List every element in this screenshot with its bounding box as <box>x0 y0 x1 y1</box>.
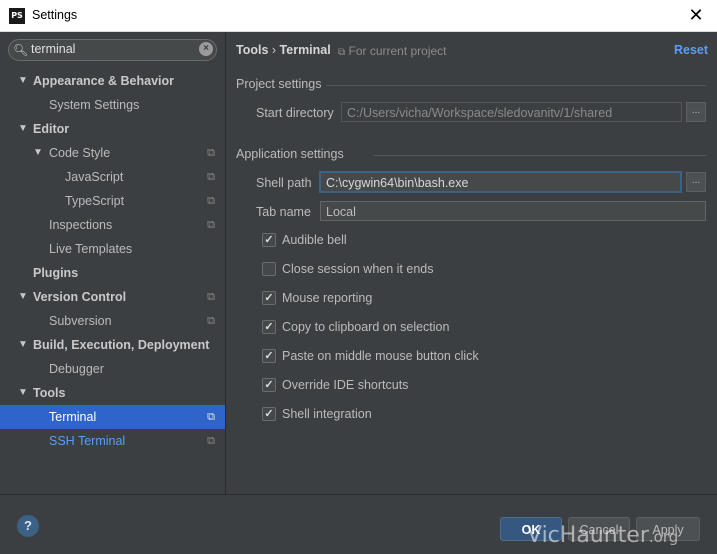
sidebar-item-javascript[interactable]: JavaScript ⧉ <box>0 165 225 189</box>
start-directory-label: Start directory <box>256 106 334 120</box>
sidebar-item-label: Build, Execution, Deployment <box>33 338 210 352</box>
sidebar-item-code-style[interactable]: ▼ Code Style ⧉ <box>0 141 225 165</box>
expand-arrow-icon[interactable]: ▼ <box>18 117 28 141</box>
sidebar-item-debugger[interactable]: Debugger <box>0 357 225 381</box>
watermark-logo: VicHaunter.org <box>527 523 678 548</box>
sidebar-item-tools[interactable]: ▼ Tools <box>0 381 225 405</box>
breadcrumb-terminal: Terminal <box>279 43 331 57</box>
expand-arrow-icon[interactable]: ▼ <box>18 69 28 93</box>
sidebar-item-label: Inspections <box>49 218 113 232</box>
close-window-button[interactable]: ✕ <box>685 4 707 26</box>
phpstorm-app-icon: PS <box>9 8 25 24</box>
checkbox-checked[interactable]: ✓ <box>262 378 276 392</box>
project-scope-icon: ⧉ <box>207 147 215 159</box>
sidebar-item-inspections[interactable]: Inspections ⧉ <box>0 213 225 237</box>
sidebar-item-label: Code Style <box>49 146 111 160</box>
project-scope-icon: ⧉ <box>207 171 215 183</box>
sidebar-item-plugins[interactable]: Plugins <box>0 261 225 285</box>
shell-path-label: Shell path <box>256 176 312 190</box>
project-scope-icon: ⧉ <box>207 411 215 423</box>
expand-arrow-icon[interactable]: ▼ <box>33 141 43 165</box>
checkbox-label: Shell integration <box>282 407 372 421</box>
sidebar-item-label: JavaScript <box>65 170 124 184</box>
checkbox-label: Close session when it ends <box>282 262 434 276</box>
checkbox-label: Audible bell <box>282 233 347 247</box>
sidebar-item-build-execution-deployment[interactable]: ▼ Build, Execution, Deployment <box>0 333 225 357</box>
sidebar-item-ssh-terminal[interactable]: SSH Terminal ⧉ <box>0 429 225 453</box>
checkbox-label: Copy to clipboard on selection <box>282 320 450 334</box>
project-copy-icon: ⧉ <box>338 47 346 58</box>
window-titlebar: PS Settings ✕ <box>0 0 717 32</box>
watermark-text: VicHaunter <box>527 523 649 548</box>
expand-arrow-icon[interactable]: ▼ <box>18 285 28 309</box>
start-directory-field[interactable]: C:/Users/vicha/Workspace/sledovanitv/1/s… <box>341 102 682 122</box>
checkbox-checked[interactable]: ✓ <box>262 407 276 421</box>
expand-arrow-icon[interactable]: ▼ <box>18 381 28 405</box>
section-divider <box>326 85 706 86</box>
tab-name-label: Tab name <box>256 205 311 219</box>
project-scope-icon: ⧉ <box>207 195 215 207</box>
sidebar-item-label: Editor <box>33 122 70 136</box>
expand-arrow-icon[interactable]: ▼ <box>18 333 28 357</box>
checkbox-checked[interactable]: ✓ <box>262 320 276 334</box>
project-scope-icon: ⧉ <box>207 219 215 231</box>
checkbox-unchecked[interactable] <box>262 262 276 276</box>
watermark-suffix: .org <box>648 528 679 546</box>
window-title: Settings <box>32 8 78 22</box>
project-settings-heading: Project settings <box>236 77 322 91</box>
project-scope-note: ⧉ For current project <box>338 44 447 58</box>
section-divider <box>374 155 706 156</box>
shell-path-browse-button[interactable]: ... <box>686 172 706 192</box>
project-scope-icon: ⧉ <box>207 315 215 327</box>
sidebar-item-label: Version Control <box>33 290 127 304</box>
sidebar-item-label: TypeScript <box>65 194 125 208</box>
shell-path-field[interactable]: C:\cygwin64\bin\bash.exe <box>320 172 681 192</box>
breadcrumb-separator: › <box>271 43 277 57</box>
checkbox-label: Override IDE shortcuts <box>282 378 409 392</box>
sidebar-item-label: Live Templates <box>49 242 133 256</box>
application-settings-heading: Application settings <box>236 147 344 161</box>
help-button[interactable]: ? <box>17 515 39 537</box>
reset-link[interactable]: Reset <box>674 43 708 57</box>
sidebar-item-editor[interactable]: ▼ Editor <box>0 117 225 141</box>
sidebar-item-live-templates[interactable]: Live Templates <box>0 237 225 261</box>
settings-sidebar: 🔍︎ × ▼ Appearance & Behavior System Settin… <box>0 32 226 494</box>
clear-icon[interactable]: × <box>199 42 213 56</box>
sidebar-item-label: Appearance & Behavior <box>33 74 175 88</box>
sidebar-item-label: SSH Terminal <box>49 434 126 448</box>
sidebar-item-typescript[interactable]: TypeScript ⧉ <box>0 189 225 213</box>
checkbox-checked[interactable]: ✓ <box>262 233 276 247</box>
sidebar-item-label: Tools <box>33 386 66 400</box>
checkbox-label: Paste on middle mouse button click <box>282 349 479 363</box>
sidebar-item-terminal[interactable]: Terminal ⧉ <box>0 405 225 429</box>
checkbox-checked[interactable]: ✓ <box>262 349 276 363</box>
tab-name-field[interactable]: Local <box>320 201 706 221</box>
sidebar-item-version-control[interactable]: ▼ Version Control ⧉ <box>0 285 225 309</box>
checkbox-label: Mouse reporting <box>282 291 373 305</box>
sidebar-item-subversion[interactable]: Subversion ⧉ <box>0 309 225 333</box>
breadcrumb: Tools › Terminal <box>236 43 331 57</box>
start-directory-browse-button[interactable]: ... <box>686 102 706 122</box>
sidebar-item-label: System Settings <box>49 98 140 112</box>
sidebar-item-label: Debugger <box>49 362 104 376</box>
sidebar-item-label: Subversion <box>49 314 112 328</box>
settings-search-input[interactable] <box>31 41 191 57</box>
sidebar-item-label: Plugins <box>33 266 79 280</box>
settings-search-box[interactable]: 🔍︎ × <box>8 39 217 61</box>
search-icon[interactable]: 🔍︎ <box>13 42 31 58</box>
sidebar-item-appearance-behavior[interactable]: ▼ Appearance & Behavior <box>0 69 225 93</box>
close-icon: ✕ <box>688 5 704 25</box>
project-scope-icon: ⧉ <box>207 435 215 447</box>
project-scope-icon: ⧉ <box>207 291 215 303</box>
breadcrumb-tools: Tools <box>236 43 269 57</box>
checkbox-checked[interactable]: ✓ <box>262 291 276 305</box>
sidebar-item-label: Terminal <box>49 410 97 424</box>
sidebar-item-system-settings[interactable]: System Settings <box>0 93 225 117</box>
project-scope-label: For current project <box>348 44 447 58</box>
